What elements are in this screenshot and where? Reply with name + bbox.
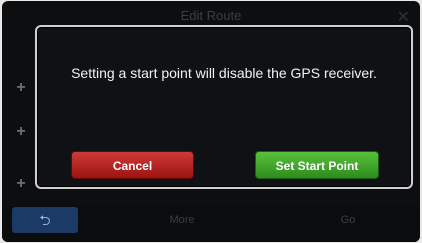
close-icon[interactable]: ✕	[397, 7, 410, 27]
more-button[interactable]: More	[152, 207, 212, 233]
cancel-button[interactable]: Cancel	[71, 151, 194, 179]
set-start-point-button[interactable]: Set Start Point	[255, 151, 379, 179]
screen-title: Edit Route	[180, 8, 242, 23]
add-waypoint-button[interactable]: +	[10, 77, 32, 99]
navigation-screen: Edit Route ✕ + + + ⮌ More Go Setting a s…	[2, 1, 420, 242]
dialog-message: Setting a start point will disable the G…	[71, 65, 377, 81]
add-waypoint-button[interactable]: +	[10, 173, 32, 195]
back-arrow-icon: ⮌	[39, 212, 51, 228]
confirm-dialog: Setting a start point will disable the G…	[35, 25, 413, 189]
go-button[interactable]: Go	[318, 207, 378, 233]
back-button[interactable]: ⮌	[12, 207, 78, 233]
add-waypoint-button[interactable]: +	[10, 121, 32, 143]
